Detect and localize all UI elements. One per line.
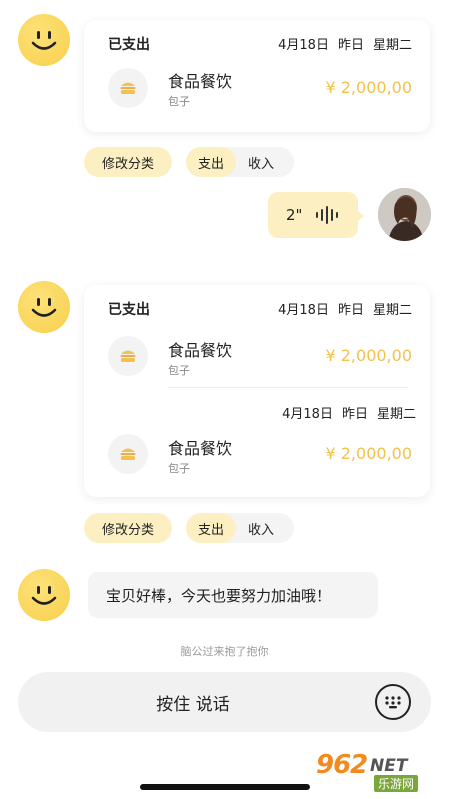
type-toggle[interactable]: 支出 收入 [186, 147, 294, 177]
watermark-logo: 962 NET 乐游网 [310, 748, 446, 794]
edit-category-button[interactable]: 修改分类 [84, 513, 172, 543]
edit-category-button[interactable]: 修改分类 [84, 147, 172, 177]
expense-option[interactable]: 支出 [186, 513, 237, 543]
item-name: 食品餐饮 [168, 72, 233, 91]
item-name: 食品餐饮 [168, 341, 233, 360]
keyboard-button[interactable] [375, 684, 411, 720]
smile-icon [31, 586, 57, 605]
voice-duration: 2" [286, 206, 303, 224]
smile-icon [31, 298, 57, 317]
waveform-icon [316, 206, 338, 224]
user-avatar[interactable] [378, 188, 431, 241]
item-name: 食品餐饮 [168, 439, 233, 458]
burger-icon [120, 82, 136, 94]
expense-card[interactable]: 已支出 4月18日 昨日 星期二 食品餐饮 包子 ¥ 2,000,00 [84, 20, 430, 132]
expense-card[interactable]: 已支出 4月18日 昨日 星期二 食品餐饮 包子 ¥ 2,000,00 4月18日昨… [84, 285, 430, 497]
food-category-icon [108, 434, 148, 474]
input-bar: 按住 说话 [18, 672, 431, 732]
burger-icon [120, 448, 136, 460]
item-sub: 包子 [168, 462, 190, 475]
type-toggle[interactable]: 支出 收入 [186, 513, 294, 543]
food-category-icon [108, 336, 148, 376]
item-amount: ¥ 2,000,00 [325, 444, 412, 463]
assistant-avatar[interactable] [18, 569, 70, 621]
card-date: 4月18日 昨日 星期二 [278, 303, 412, 318]
keyboard-icon [385, 696, 401, 709]
income-option[interactable]: 收入 [248, 519, 274, 538]
watermark-brand: 962 [316, 750, 368, 780]
card-date: 4月18日 昨日 星期二 [282, 407, 416, 422]
assistant-avatar[interactable] [18, 14, 70, 66]
item-amount: ¥ 2,000,00 [325, 346, 412, 365]
card-date: 4月18日 昨日 星期二 [278, 38, 412, 53]
system-notice: 脑公过来抱了抱你 [180, 645, 269, 658]
card-status: 已支出 [108, 302, 150, 318]
food-category-icon [108, 68, 148, 108]
home-indicator[interactable] [140, 784, 310, 790]
income-option[interactable]: 收入 [248, 153, 274, 172]
item-amount: ¥ 2,000,00 [325, 78, 412, 97]
user-photo [378, 188, 431, 241]
bubble-tail [357, 210, 364, 222]
burger-icon [120, 350, 136, 362]
voice-message-bubble[interactable]: 2" [268, 192, 364, 238]
item-sub: 包子 [168, 95, 190, 108]
expense-option[interactable]: 支出 [186, 147, 237, 177]
divider [168, 387, 408, 388]
assistant-avatar[interactable] [18, 281, 70, 333]
hold-to-talk-button[interactable]: 按住 说话 [18, 672, 368, 732]
text-message-bubble: 宝贝好棒，今天也要努力加油哦！ [88, 572, 378, 618]
smile-icon [31, 31, 57, 50]
watermark-suffix: NET [370, 756, 408, 776]
card-status: 已支出 [108, 37, 150, 53]
item-sub: 包子 [168, 364, 190, 377]
watermark-sub: 乐游网 [374, 775, 419, 792]
